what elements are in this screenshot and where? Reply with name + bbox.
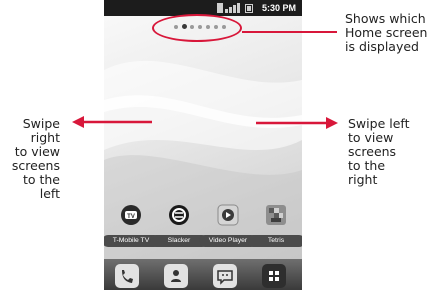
note-line: right <box>30 130 60 145</box>
note-line: Swipe left <box>348 116 410 131</box>
note-line: Home screen <box>345 25 428 40</box>
note-line: to the <box>348 158 386 173</box>
note-line: Shows which <box>345 11 426 26</box>
home-indicator-note: Shows which Home screen is displayed <box>345 12 427 54</box>
note-line: Swipe <box>22 116 60 131</box>
note-line: left <box>39 186 60 201</box>
note-line: to the <box>22 172 60 187</box>
swipe-right-note: Swipe right to view screens to the left <box>12 117 60 201</box>
note-line: screens <box>11 158 60 173</box>
page: 5:30 PM TV T-Mobile TV Slacker Video Pla… <box>0 0 448 290</box>
note-line: to view <box>348 130 394 145</box>
note-line: screens <box>348 144 397 159</box>
note-line: is displayed <box>345 39 419 54</box>
swipe-right-arrowhead <box>72 116 84 128</box>
swipe-left-note: Swipe left to view screens to the right <box>348 117 409 187</box>
note-line: right <box>348 172 378 187</box>
note-line: to view <box>14 144 60 159</box>
swipe-left-arrowhead <box>326 117 338 129</box>
